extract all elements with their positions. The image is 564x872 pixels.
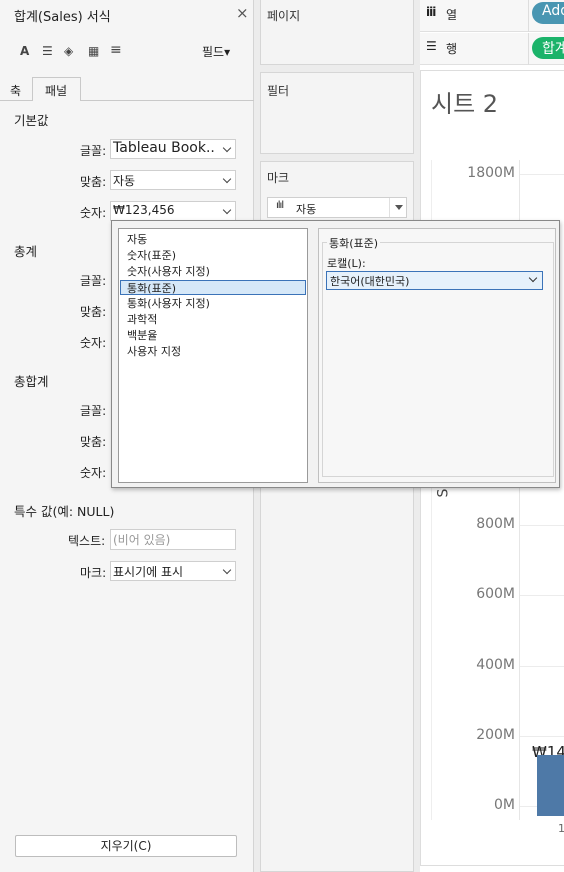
y-tick-label: 400M <box>476 656 515 673</box>
format-type-item[interactable]: 사용자 지정 <box>127 344 181 359</box>
format-type-item[interactable]: 과학적 <box>127 312 157 327</box>
format-pane-title: 합계(Sales) 서식 <box>14 10 111 25</box>
section-grand-totals-heading: 총합계 <box>14 374 49 389</box>
grand-totals-font-label: 글꼴: <box>80 404 107 418</box>
default-number-value: ₩123,456 <box>113 203 175 217</box>
format-type-list: 자동 숫자(표준) 숫자(사용자 지정) 통화(표준) 통화(사용자 지정) 과학적 백분율… <box>118 228 308 483</box>
y-axis-title: S <box>435 488 452 498</box>
section-default-heading: 기본값 <box>14 113 49 128</box>
special-text-input[interactable]: (비어 있음) <box>110 529 236 550</box>
gridline <box>520 665 564 667</box>
grand-totals-align-label: 맞춤: <box>80 435 107 449</box>
default-align-value: 자동 <box>113 174 136 188</box>
marks-dropdown-toggle[interactable] <box>389 198 407 217</box>
default-number-dropdown[interactable]: ₩123,456 <box>110 201 236 221</box>
rows-label: 행 <box>446 42 458 56</box>
rows-icon: ☰ <box>426 39 437 53</box>
bar-chart-icon: ılıl <box>276 200 284 211</box>
special-mark-value: 표시기에 표시 <box>113 565 184 579</box>
tab-pane[interactable]: 패널 <box>32 77 81 101</box>
columns-label: 열 <box>446 8 458 22</box>
number-format-popup: 자동 숫자(표준) 숫자(사용자 지정) 통화(표준) 통화(사용자 지정) 과학적 백분율… <box>111 220 560 488</box>
shelf-divider <box>528 0 529 32</box>
format-type-item[interactable]: 통화(사용자 지정) <box>127 296 210 311</box>
marks-type-dropdown[interactable]: ılıl 자동 <box>267 197 407 218</box>
section-special-values-heading: 특수 값(예: NULL) <box>14 504 115 519</box>
rows-pill[interactable]: 합계 <box>532 37 564 59</box>
format-type-item[interactable]: 숫자(사용자 지정) <box>127 264 210 279</box>
format-options-panel: 통화(표준) 로캘(L): 한국어(대한민국) <box>318 228 556 483</box>
totals-number-label: 숫자: <box>80 336 107 350</box>
default-font-label: 글꼴: <box>80 144 107 158</box>
format-type-item[interactable]: 숫자(표준) <box>127 248 176 263</box>
clear-button[interactable]: 지우기(C) <box>15 835 237 857</box>
shading-icon[interactable]: ◈ <box>64 44 73 58</box>
pages-shelf[interactable]: 페이지 <box>260 0 414 65</box>
special-mark-dropdown[interactable]: 표시기에 표시 <box>110 561 236 581</box>
filters-shelf[interactable]: 필터 <box>260 72 414 154</box>
columns-shelf[interactable]: iii 열 Add <box>420 0 564 32</box>
rows-shelf[interactable]: ☰ 행 합계 <box>420 33 564 65</box>
default-font-value: Tableau Book.. <box>113 140 215 156</box>
locale-dropdown[interactable]: 한국어(대한민국) <box>326 271 543 290</box>
locale-label: 로캘(L): <box>327 257 366 270</box>
chevron-down-icon <box>528 273 538 283</box>
gridline <box>520 174 564 175</box>
special-mark-label: 마크: <box>80 566 107 580</box>
special-text-label: 텍스트: <box>68 534 106 548</box>
format-type-item[interactable]: 백분율 <box>127 328 157 343</box>
bar-mark[interactable] <box>537 754 564 816</box>
y-tick-label: 1800M <box>467 165 515 181</box>
totals-font-label: 글꼴: <box>80 274 107 288</box>
borders-icon[interactable]: ▦ <box>88 44 99 58</box>
totals-align-label: 맞춤: <box>80 305 107 319</box>
tab-axis[interactable]: 축 <box>2 80 32 100</box>
y-tick-label: 800M <box>476 516 515 533</box>
section-totals-heading: 총계 <box>14 244 38 259</box>
gridline <box>520 525 564 527</box>
default-font-dropdown[interactable]: Tableau Book.. <box>110 139 236 159</box>
y-tick-label: 200M <box>476 726 515 743</box>
chevron-down-icon <box>222 174 232 184</box>
marks-label: 마크 <box>267 171 290 185</box>
grand-totals-number-label: 숫자: <box>80 466 107 480</box>
default-align-dropdown[interactable]: 자동 <box>110 170 236 190</box>
columns-pill[interactable]: Add <box>532 2 564 24</box>
format-type-item[interactable]: 통화(표준) <box>120 280 306 295</box>
format-type-item[interactable]: 자동 <box>127 232 147 247</box>
format-group-title: 통화(표준) <box>327 235 381 251</box>
default-number-label: 숫자: <box>80 206 107 220</box>
align-icon[interactable]: ☰ <box>42 44 53 58</box>
lines-icon[interactable]: ≡ <box>110 42 122 58</box>
filters-label: 필터 <box>267 84 290 98</box>
default-align-label: 맞춤: <box>80 175 107 189</box>
sheet-title: 시트 2 <box>431 90 499 118</box>
fields-dropdown[interactable]: 필드▾ <box>202 43 230 60</box>
close-icon[interactable]: × <box>236 4 249 22</box>
pages-label: 페이지 <box>267 9 301 23</box>
chevron-down-icon <box>222 565 232 575</box>
gridline <box>520 735 564 737</box>
caret-down-icon <box>395 205 403 210</box>
gridline <box>520 595 564 597</box>
chevron-down-icon <box>222 143 232 153</box>
chevron-down-icon <box>222 205 232 215</box>
locale-value: 한국어(대한민국) <box>330 275 410 288</box>
y-tick-label: 0M <box>494 797 515 813</box>
y-tick-label: 600M <box>476 586 515 603</box>
x-tick-fragment: 1 <box>558 822 564 835</box>
columns-icon: iii <box>426 5 436 19</box>
marks-type-value: 자동 <box>296 203 317 216</box>
shelf-divider <box>528 33 529 65</box>
font-icon[interactable]: A <box>20 44 29 58</box>
